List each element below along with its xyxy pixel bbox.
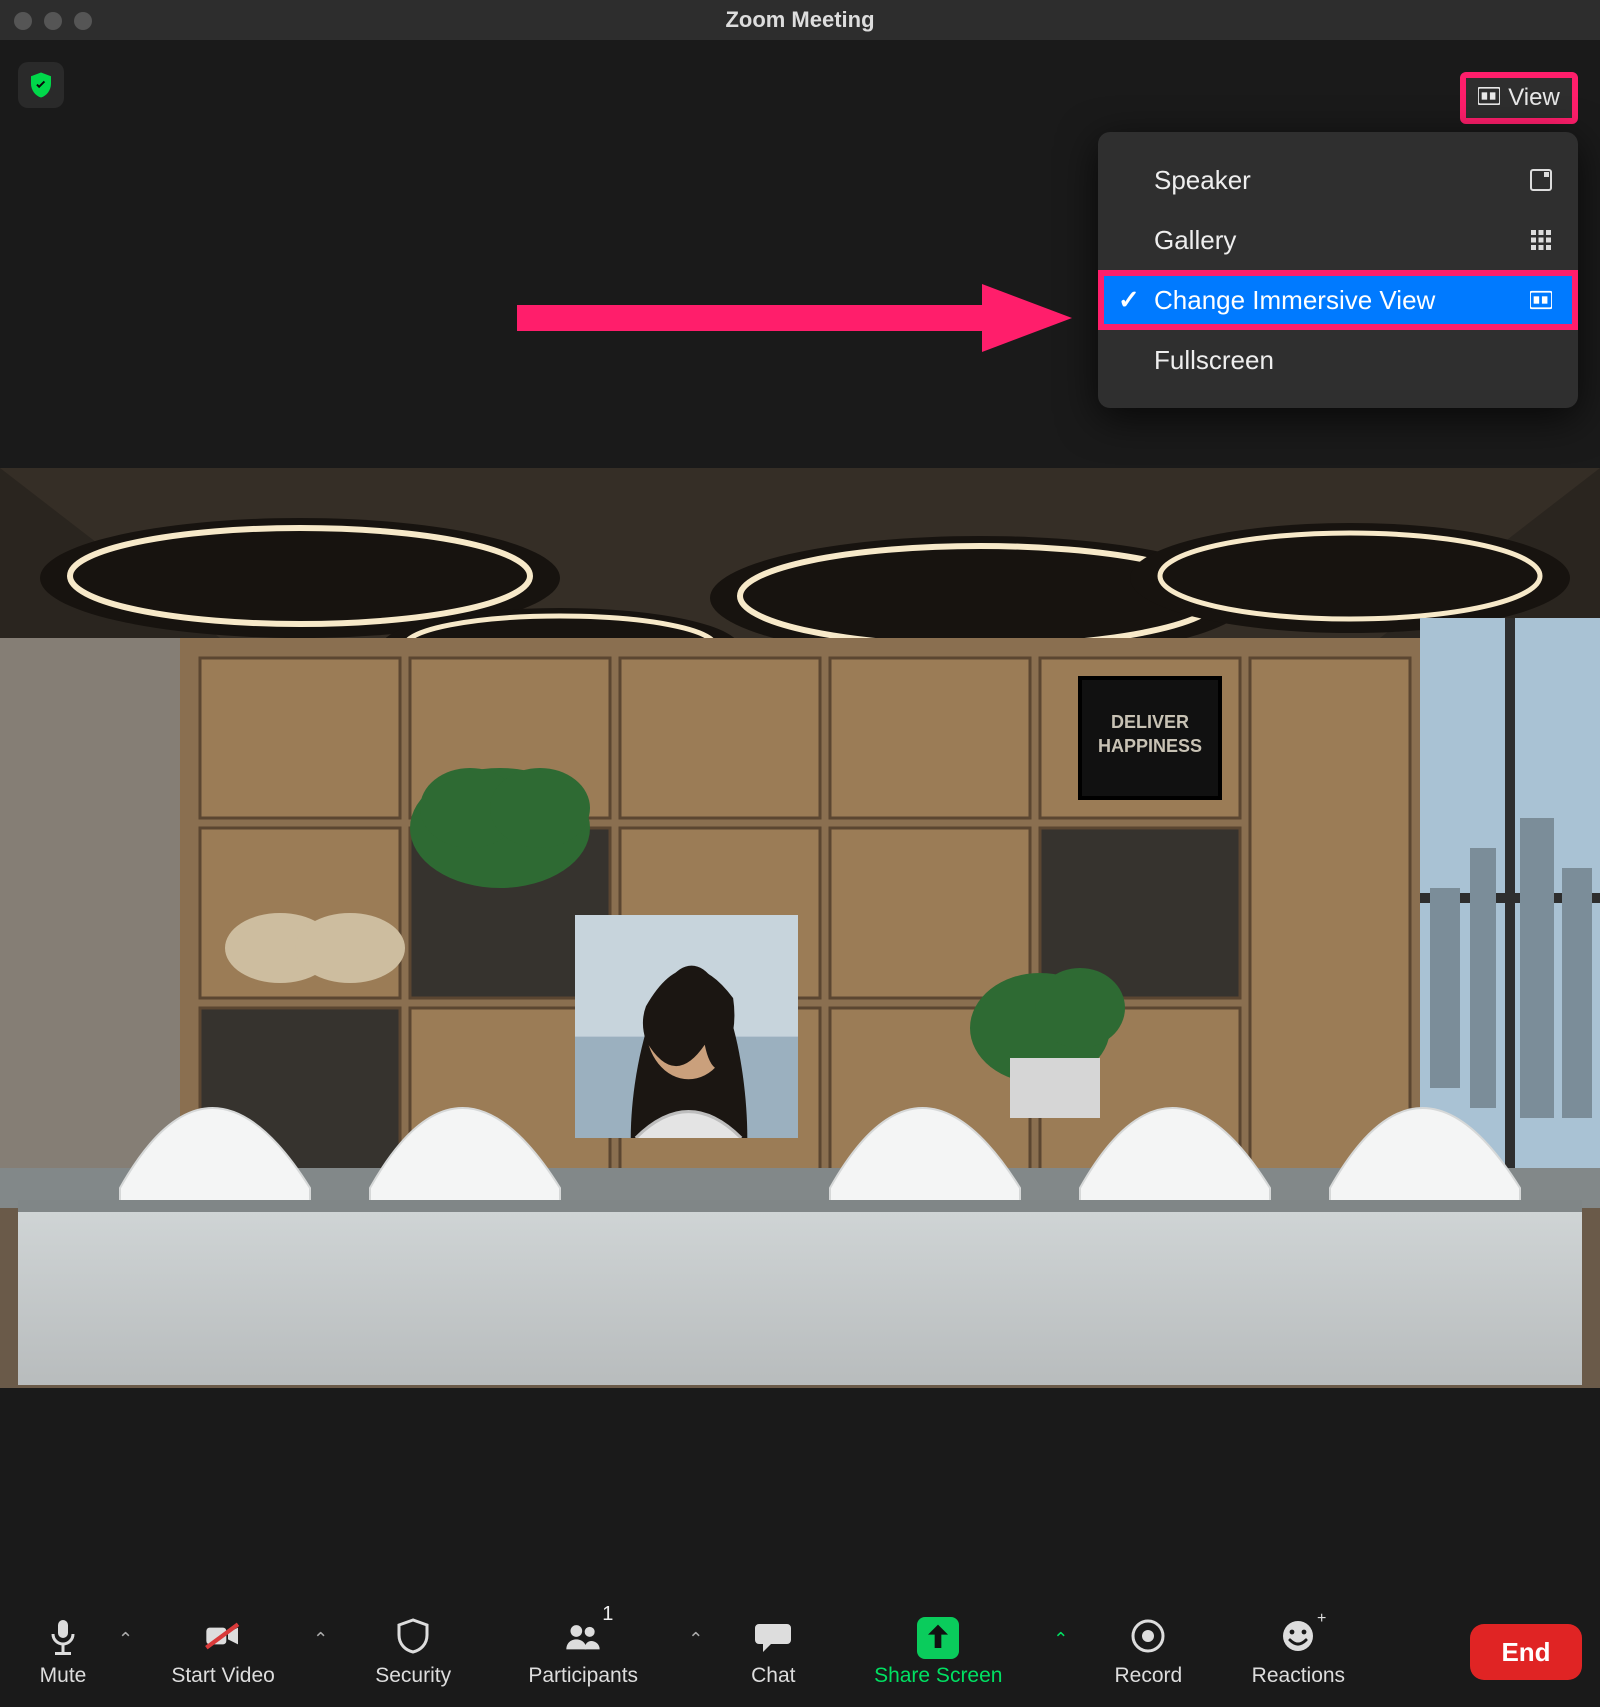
menu-item-label: Speaker	[1154, 165, 1251, 196]
window-title: Zoom Meeting	[725, 7, 874, 33]
menu-item-label: Gallery	[1154, 225, 1236, 256]
immersive-view-icon	[1478, 84, 1500, 112]
share-screen-icon	[917, 1617, 959, 1659]
view-menu-speaker[interactable]: Speaker	[1098, 150, 1578, 210]
meeting-content: View Speaker Gallery ✓ Change Immersive …	[0, 40, 1600, 1597]
participant-video-tile[interactable]	[575, 915, 798, 1138]
mute-options-caret[interactable]: ⌃	[108, 1629, 143, 1650]
conference-table-front	[18, 1200, 1582, 1385]
plus-icon: +	[1317, 1610, 1326, 1628]
share-screen-button[interactable]: Share Screen	[833, 1597, 1043, 1707]
shield-check-icon	[26, 70, 56, 100]
window-controls[interactable]	[14, 12, 92, 30]
view-button-label: View	[1508, 84, 1560, 112]
participants-count: 1	[602, 1603, 613, 1626]
share-options-caret[interactable]: ⌃	[1043, 1629, 1078, 1650]
encryption-badge[interactable]	[18, 62, 64, 108]
svg-text:DELIVER: DELIVER	[1111, 712, 1189, 732]
start-video-button[interactable]: Start Video	[143, 1597, 303, 1707]
video-off-icon	[203, 1616, 243, 1661]
minimize-window-dot[interactable]	[44, 12, 62, 30]
view-button[interactable]: View	[1460, 72, 1578, 124]
zoom-window: Zoom Meeting View Speaker Gallery ✓	[0, 0, 1600, 1707]
view-menu-change-immersive[interactable]: ✓ Change Immersive View	[1098, 270, 1578, 330]
titlebar: Zoom Meeting	[0, 0, 1600, 40]
immersive-view-icon	[1530, 289, 1552, 311]
record-icon	[1128, 1616, 1168, 1661]
close-window-dot[interactable]	[14, 12, 32, 30]
view-menu-gallery[interactable]: Gallery	[1098, 210, 1578, 270]
end-meeting-button[interactable]: End	[1470, 1624, 1582, 1680]
participants-options-caret[interactable]: ⌃	[678, 1629, 713, 1650]
participants-icon	[563, 1616, 603, 1661]
security-button[interactable]: Security	[338, 1597, 488, 1707]
video-options-caret[interactable]: ⌃	[303, 1629, 338, 1650]
speaker-view-icon	[1530, 169, 1552, 191]
meeting-toolbar: Mute ⌃ Start Video ⌃ Security 1 Particip…	[0, 1597, 1600, 1707]
chat-icon	[753, 1616, 793, 1661]
view-menu-fullscreen[interactable]: Fullscreen	[1098, 330, 1578, 390]
reactions-icon	[1278, 1616, 1318, 1661]
gallery-view-icon	[1530, 229, 1552, 251]
reactions-button[interactable]: + Reactions	[1218, 1597, 1378, 1707]
check-icon: ✓	[1118, 285, 1140, 316]
view-menu: Speaker Gallery ✓ Change Immersive View …	[1098, 132, 1578, 408]
menu-item-label: Change Immersive View	[1154, 285, 1435, 316]
annotation-arrow	[512, 278, 1082, 358]
record-button[interactable]: Record	[1078, 1597, 1218, 1707]
microphone-icon	[43, 1616, 83, 1661]
chat-button[interactable]: Chat	[713, 1597, 833, 1707]
mute-button[interactable]: Mute	[18, 1597, 108, 1707]
zoom-window-dot[interactable]	[74, 12, 92, 30]
participants-button[interactable]: 1 Participants	[488, 1597, 678, 1707]
svg-text:HAPPINESS: HAPPINESS	[1098, 736, 1202, 756]
wall-frame: DELIVER HAPPINESS	[1080, 678, 1220, 798]
shield-icon	[393, 1616, 433, 1661]
menu-item-label: Fullscreen	[1154, 345, 1274, 376]
